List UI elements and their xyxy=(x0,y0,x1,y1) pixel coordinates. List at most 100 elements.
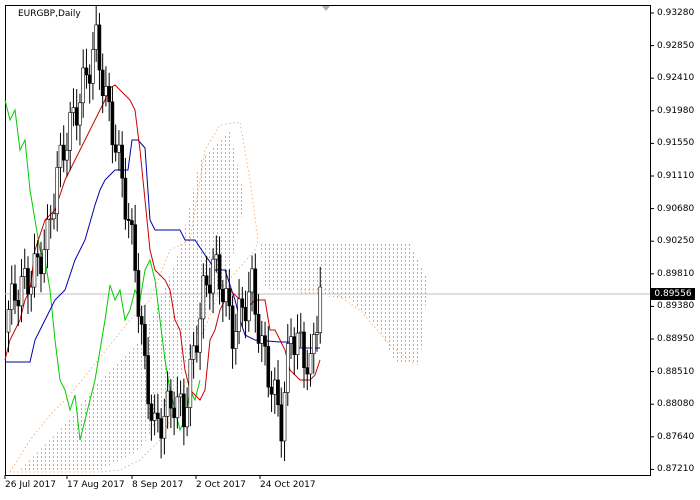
candle-body xyxy=(227,288,232,307)
candle-body xyxy=(61,144,66,161)
candle-body xyxy=(126,218,131,221)
candle-body xyxy=(139,316,144,325)
candle-body xyxy=(35,253,40,258)
chart-canvas[interactable] xyxy=(0,0,700,500)
date-label: 8 Sep 2017 xyxy=(132,480,184,490)
candle-body xyxy=(214,254,219,260)
candle-body xyxy=(146,355,150,405)
candle-body xyxy=(9,283,14,310)
candle-body xyxy=(311,334,316,354)
candle-body xyxy=(84,67,89,76)
candle-body xyxy=(29,286,34,295)
candle-body xyxy=(6,309,11,333)
candle-body xyxy=(269,386,274,395)
candle-body xyxy=(19,276,24,307)
candle-body xyxy=(191,345,196,360)
candle-body xyxy=(32,253,37,288)
date-label: 17 Aug 2017 xyxy=(67,480,125,490)
candle-body xyxy=(195,345,199,353)
candle-body xyxy=(250,268,254,293)
candle-body xyxy=(247,291,251,322)
candle-body xyxy=(178,393,183,398)
candle-body xyxy=(298,331,303,334)
candle-body xyxy=(117,144,121,153)
candle-body xyxy=(16,300,21,307)
candle-body xyxy=(201,275,206,320)
candle-body xyxy=(110,101,115,146)
candle-body xyxy=(13,283,17,301)
candle-body xyxy=(308,353,313,375)
candle-body xyxy=(123,177,128,220)
candle-body xyxy=(120,144,124,179)
price-label: 0.90680 xyxy=(657,203,695,214)
candle-body xyxy=(39,256,43,275)
candle-body xyxy=(172,407,176,419)
price-label: 0.87210 xyxy=(657,464,695,475)
candle-body xyxy=(302,331,306,368)
candle-body xyxy=(74,107,79,126)
candle-body xyxy=(165,390,170,417)
candle-body xyxy=(224,288,228,302)
candle-body xyxy=(217,254,222,290)
price-label: 0.91110 xyxy=(657,171,695,181)
candle-body xyxy=(107,86,111,103)
current-price-badge: 0.89556 xyxy=(651,288,695,300)
candle-body xyxy=(263,335,267,347)
candle-body xyxy=(94,24,98,50)
candle-body xyxy=(204,275,209,286)
price-label: 0.92850 xyxy=(657,40,695,51)
candle-body xyxy=(45,219,50,250)
candle-body xyxy=(42,249,47,275)
price-label: 0.88510 xyxy=(657,366,695,377)
candle-body xyxy=(162,416,167,439)
candle-body xyxy=(305,367,310,375)
candle-body xyxy=(279,404,284,442)
candle-body xyxy=(91,49,95,84)
candle-body xyxy=(143,323,147,356)
candle-body xyxy=(97,24,102,71)
price-label: 0.88080 xyxy=(657,399,695,410)
candle-body xyxy=(272,379,277,395)
candle-body xyxy=(198,318,202,353)
price-label: 0.89810 xyxy=(657,268,695,279)
candle-body xyxy=(234,331,238,349)
candle-body xyxy=(243,306,248,322)
date-label: 26 Jul 2017 xyxy=(5,480,56,490)
candle-body xyxy=(65,149,69,161)
price-label: 0.92410 xyxy=(657,73,695,84)
candle-body xyxy=(211,258,215,294)
date-label: 24 Oct 2017 xyxy=(260,480,316,490)
candle-body xyxy=(315,332,319,335)
price-label: 0.89380 xyxy=(657,301,695,312)
candle-body xyxy=(256,313,261,344)
price-label: 0.91980 xyxy=(657,105,695,116)
candle-body xyxy=(276,379,280,406)
candle-body xyxy=(295,332,300,355)
candle-body xyxy=(133,224,137,271)
candle-body xyxy=(285,343,290,393)
candle-body xyxy=(68,112,73,151)
candle-body xyxy=(130,220,134,225)
candle-body xyxy=(253,268,258,315)
candle-body xyxy=(175,396,180,419)
candle-body xyxy=(87,74,92,84)
candle-body xyxy=(289,336,293,344)
candle-body xyxy=(136,270,141,317)
candle-body xyxy=(152,412,157,421)
price-label: 0.90250 xyxy=(657,236,695,247)
candle-body xyxy=(22,268,27,278)
candle-body xyxy=(208,284,212,294)
price-label: 0.88950 xyxy=(657,334,695,344)
candle-body xyxy=(318,286,323,333)
candle-body xyxy=(221,288,225,302)
candle-body xyxy=(259,335,264,344)
candle-body xyxy=(55,167,60,215)
date-label: 2 Oct 2017 xyxy=(196,480,246,490)
candle-body xyxy=(104,86,108,96)
candle-body xyxy=(159,418,163,439)
symbol-label: EURGBP,Daily xyxy=(18,9,81,19)
price-label: 0.91550 xyxy=(657,138,695,149)
candle-body xyxy=(185,407,189,428)
candle-body xyxy=(78,102,82,126)
price-label: 0.87640 xyxy=(657,431,695,442)
